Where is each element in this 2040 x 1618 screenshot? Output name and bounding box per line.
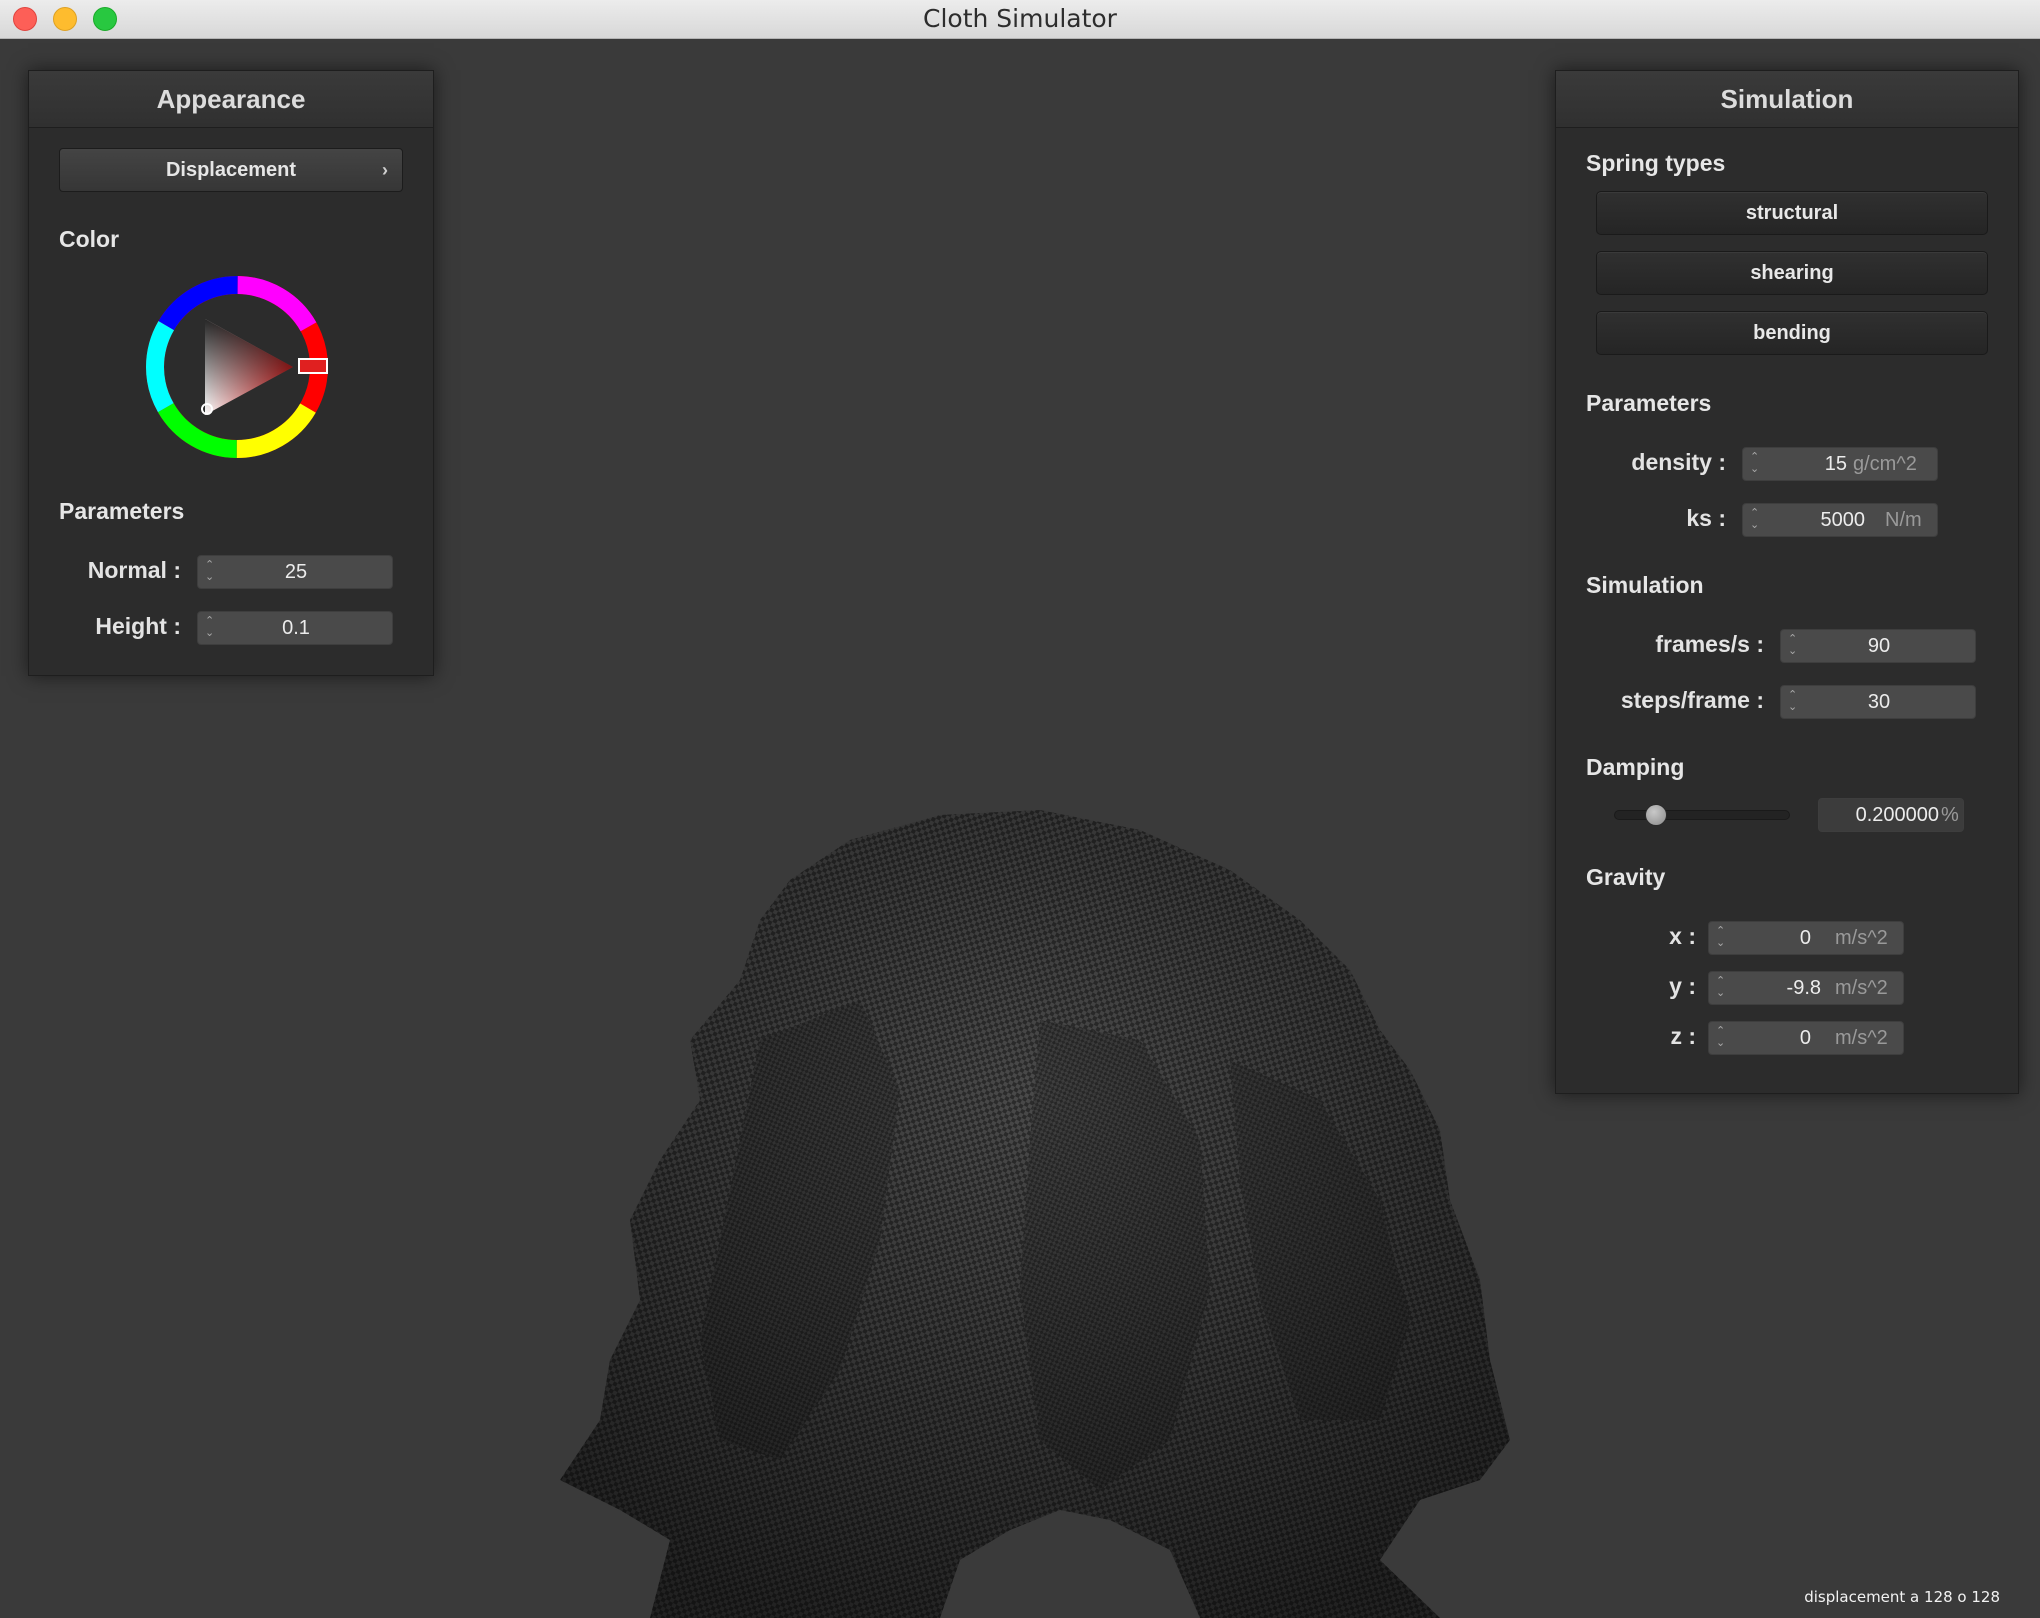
gravity-x-field[interactable]: ⌃ ⌄ 0 m/s^2 (1708, 921, 1904, 955)
fps-field[interactable]: ⌃ ⌄ 90 (1780, 629, 1976, 663)
density-unit: g/cm^2 (1853, 453, 1917, 475)
fps-label: frames/s : (1655, 631, 1764, 657)
gravity-x-label: x : (1669, 923, 1696, 949)
ks-value: 5000 (1820, 509, 1866, 531)
damping-slider[interactable] (1614, 810, 1790, 820)
spinner-arrows-icon[interactable]: ⌃ ⌄ (1716, 1025, 1726, 1051)
status-text: displacement a 128 o 128 (1804, 1588, 2000, 1606)
simulation-panel: Simulation Spring types structural shear… (1555, 70, 2019, 1094)
steps-label: steps/frame : (1620, 687, 1764, 713)
simulation-section-label: Simulation (1586, 572, 1704, 598)
steps-value: 30 (1867, 691, 1891, 713)
height-label: Height : (95, 613, 181, 639)
simulation-parameters-label: Parameters (1586, 390, 1712, 416)
shader-select-value: Displacement (165, 159, 297, 181)
density-field[interactable]: ⌃ ⌄ 15 g/cm^2 (1742, 447, 1938, 481)
color-section-label: Color (59, 226, 120, 252)
damping-field[interactable]: 0.200000 % (1818, 798, 1964, 832)
shearing-toggle-button[interactable]: shearing (1596, 251, 1988, 295)
normal-label: Normal : (87, 557, 181, 583)
normal-value: 25 (284, 561, 308, 583)
gravity-y-label: y : (1669, 973, 1696, 999)
gravity-z-value: 0 (1799, 1027, 1811, 1049)
height-field[interactable]: ⌃ ⌄ 0.1 (197, 611, 393, 645)
damping-value: 0.200000 (1855, 804, 1939, 826)
damping-unit: % (1941, 804, 1959, 826)
gravity-z-unit: m/s^2 (1835, 1027, 1888, 1049)
normal-field[interactable]: ⌃ ⌄ 25 (197, 555, 393, 589)
gravity-y-field[interactable]: ⌃ ⌄ -9.8 m/s^2 (1708, 971, 1904, 1005)
spinner-arrows-icon[interactable]: ⌃ ⌄ (1716, 975, 1726, 1001)
gravity-y-value: -9.8 (1786, 977, 1821, 999)
shader-select[interactable]: Displacement › (59, 148, 403, 192)
damping-slider-knob[interactable] (1644, 804, 1667, 826)
height-value: 0.1 (282, 617, 310, 639)
density-label: density : (1631, 449, 1726, 475)
damping-label: Damping (1586, 754, 1685, 780)
appearance-parameters-label: Parameters (59, 498, 185, 524)
steps-field[interactable]: ⌃ ⌄ 30 (1780, 685, 1976, 719)
ks-field[interactable]: ⌃ ⌄ 5000 N/m (1742, 503, 1938, 537)
simulation-panel-title: Simulation (1556, 71, 2018, 128)
fps-value: 90 (1867, 635, 1891, 657)
bending-toggle-button[interactable]: bending (1596, 311, 1988, 355)
chevron-right-icon: › (382, 160, 388, 180)
title-bar: Cloth Simulator (0, 0, 2040, 39)
spinner-arrows-icon[interactable]: ⌃ ⌄ (1750, 507, 1760, 533)
color-wheel[interactable] (145, 275, 329, 459)
spinner-arrows-icon[interactable]: ⌃ ⌄ (1716, 925, 1726, 951)
density-value: 15 (1824, 453, 1847, 475)
structural-toggle-button[interactable]: structural (1596, 191, 1988, 235)
gravity-z-field[interactable]: ⌃ ⌄ 0 m/s^2 (1708, 1021, 1904, 1055)
ks-unit: N/m (1885, 509, 1922, 531)
appearance-panel: Appearance Displacement › Color Paramete… (28, 70, 434, 676)
gravity-z-label: z : (1670, 1023, 1696, 1049)
window-title: Cloth Simulator (923, 4, 1117, 33)
gravity-x-value: 0 (1799, 927, 1811, 949)
ks-label: ks : (1686, 505, 1726, 531)
appearance-panel-title: Appearance (29, 71, 433, 128)
gravity-y-unit: m/s^2 (1835, 977, 1888, 999)
gravity-x-unit: m/s^2 (1835, 927, 1888, 949)
gravity-label: Gravity (1586, 864, 1666, 890)
spinner-arrows-icon[interactable]: ⌃ ⌄ (1750, 451, 1760, 477)
spring-types-label: Spring types (1586, 150, 1726, 176)
